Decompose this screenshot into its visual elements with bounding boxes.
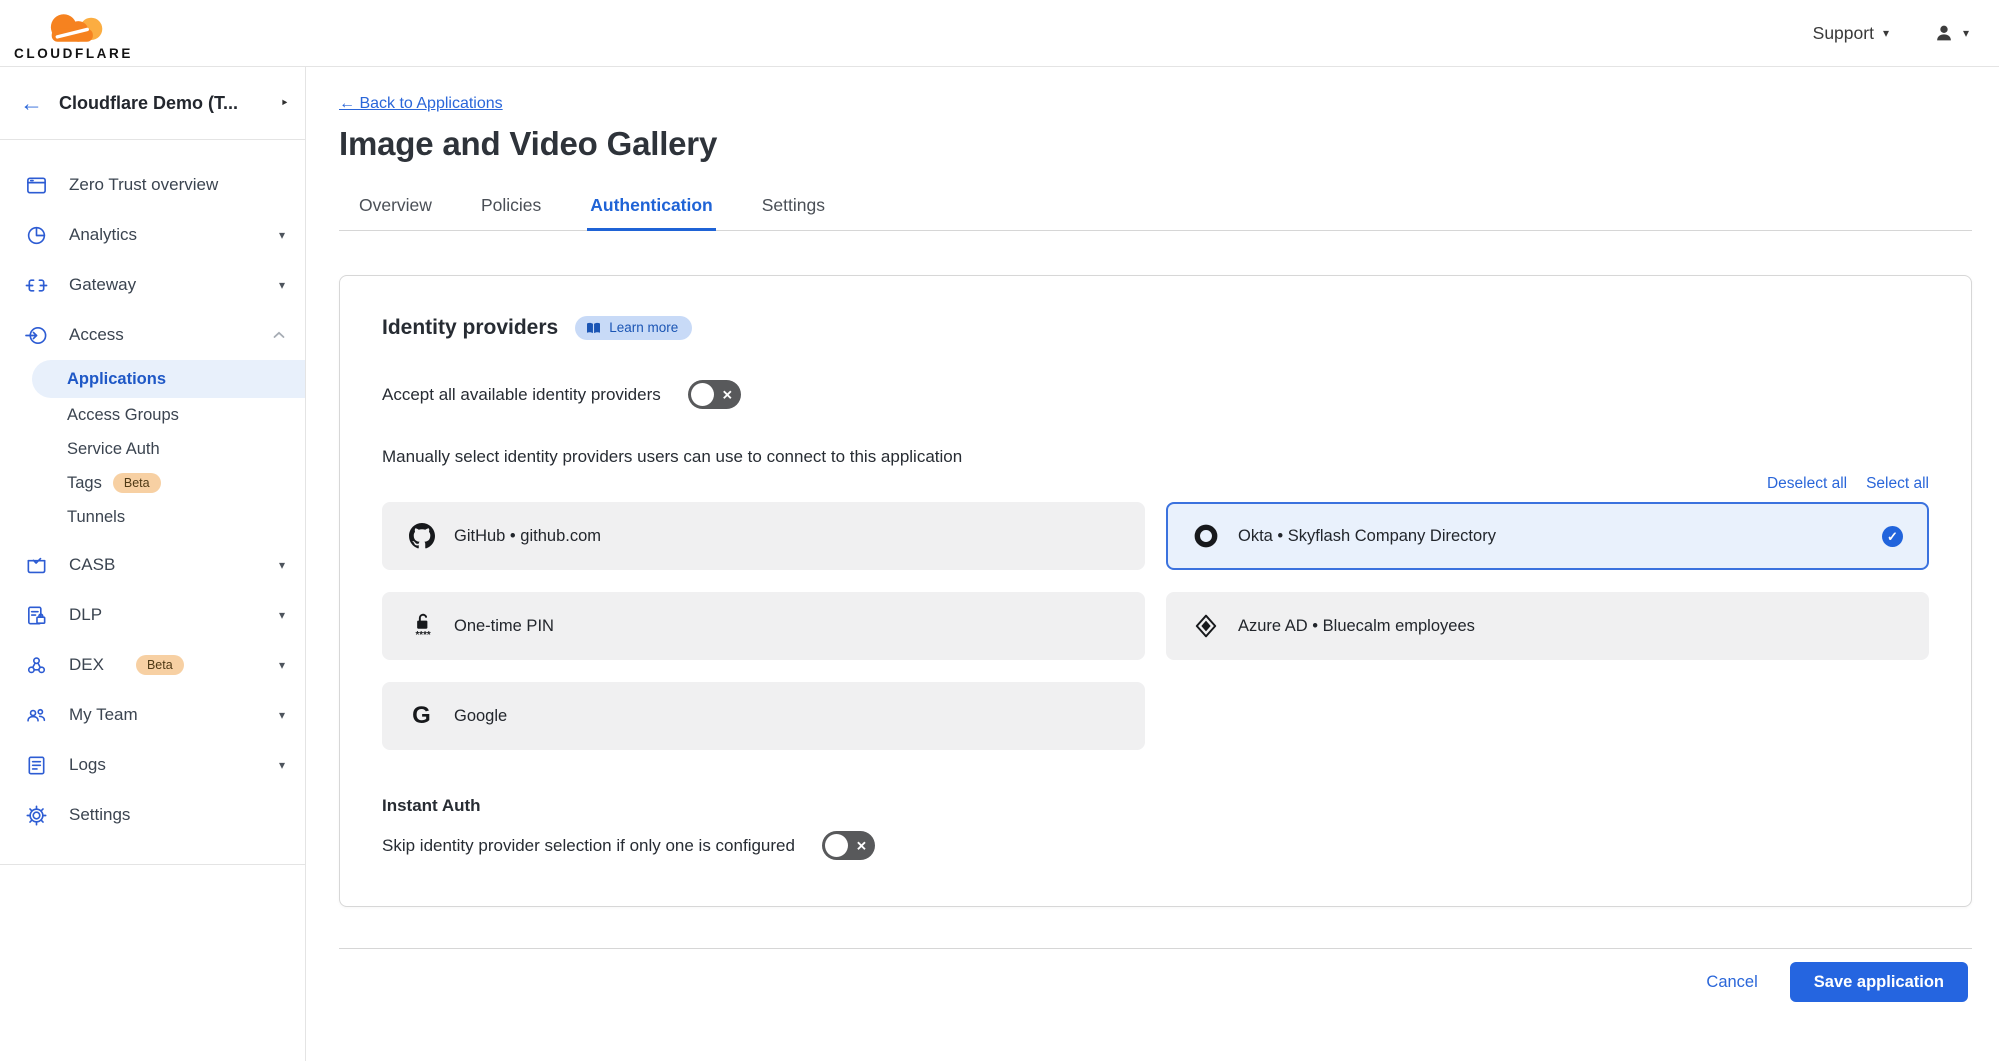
cloudflare-logo: CLOUDFLARE — [14, 6, 133, 61]
sidebar-item-dex[interactable]: DEX Beta ▾ — [0, 640, 305, 690]
provider-label: Azure AD • Bluecalm employees — [1238, 617, 1475, 636]
tab-authentication[interactable]: Authentication — [587, 187, 716, 231]
document-lock-icon — [25, 604, 48, 627]
learn-more-button[interactable]: Learn more — [575, 316, 692, 340]
accept-all-label: Accept all available identity providers — [382, 385, 661, 405]
provider-tile-azure-ad[interactable]: Azure AD • Bluecalm employees — [1166, 592, 1929, 660]
sidebar-account-header: ← Cloudflare Demo (T... ‣ — [0, 67, 305, 140]
brand-wordmark: CLOUDFLARE — [14, 47, 133, 61]
gear-icon — [25, 804, 48, 827]
sidebar-item-gateway[interactable]: Gateway ▾ — [0, 260, 305, 310]
tab-settings[interactable]: Settings — [759, 187, 828, 231]
chevron-down-icon: ▾ — [1963, 26, 1969, 40]
access-subnav: Applications Access Groups Service Auth … — [0, 360, 305, 534]
book-icon — [586, 322, 601, 335]
tab-overview[interactable]: Overview — [356, 187, 435, 231]
chevron-down-icon: ▾ — [279, 228, 285, 242]
browser-window-icon — [25, 174, 48, 197]
chevron-down-icon: ▾ — [279, 658, 285, 672]
sidebar-item-logs[interactable]: Logs ▾ — [0, 740, 305, 790]
sidebar-nav: Zero Trust overview Analytics ▾ Gateway … — [0, 140, 305, 840]
sidebar-item-service-auth[interactable]: Service Auth — [0, 432, 305, 466]
chevron-down-icon: ▾ — [279, 608, 285, 622]
selected-check-icon: ✓ — [1882, 526, 1903, 547]
chevron-down-icon: ▾ — [279, 758, 285, 772]
svg-text:****: **** — [415, 630, 430, 640]
sidebar-item-zero-trust-overview[interactable]: Zero Trust overview — [0, 160, 305, 210]
sidebar-item-applications[interactable]: Applications — [32, 360, 305, 398]
casb-box-check-icon — [25, 554, 48, 577]
top-bar: CLOUDFLARE Support ▾ ▾ — [0, 0, 1999, 67]
support-menu[interactable]: Support ▾ — [1813, 23, 1889, 44]
sidebar-item-casb[interactable]: CASB ▾ — [0, 540, 305, 590]
google-icon: G — [408, 704, 435, 728]
chevron-down-icon: ▾ — [279, 708, 285, 722]
sidebar-item-tags[interactable]: Tags Beta — [0, 466, 305, 500]
tab-bar: Overview Policies Authentication Setting… — [339, 187, 1972, 231]
one-time-pin-lock-icon: **** — [408, 612, 435, 640]
provider-grid: GitHub • github.com Okta • Skyflash Comp… — [382, 502, 1929, 750]
back-to-applications-link[interactable]: ← Back to Applications — [339, 95, 503, 113]
user-icon — [1933, 22, 1955, 44]
beta-badge: Beta — [113, 473, 161, 493]
sidebar: ← Cloudflare Demo (T... ‣ Zero Trust ove… — [0, 67, 306, 1061]
sidebar-item-dlp[interactable]: DLP ▾ — [0, 590, 305, 640]
skip-selection-label: Skip identity provider selection if only… — [382, 836, 795, 856]
cancel-button[interactable]: Cancel — [1706, 973, 1757, 992]
toggle-knob — [825, 834, 848, 857]
instant-auth-toggle[interactable]: ✕ — [822, 831, 875, 860]
deselect-all-link[interactable]: Deselect all — [1767, 475, 1847, 493]
user-menu[interactable]: ▾ — [1933, 22, 1969, 44]
sidebar-item-my-team[interactable]: My Team ▾ — [0, 690, 305, 740]
chevron-down-icon: ▾ — [279, 278, 285, 292]
select-all-link[interactable]: Select all — [1866, 475, 1929, 493]
pie-chart-icon — [25, 224, 48, 247]
instant-auth-heading: Instant Auth — [382, 796, 1929, 816]
toggle-knob — [691, 383, 714, 406]
provider-label: GitHub • github.com — [454, 527, 601, 546]
chevron-up-icon — [273, 331, 285, 339]
provider-label: One-time PIN — [454, 617, 554, 636]
provider-tile-one-time-pin[interactable]: **** One-time PIN — [382, 592, 1145, 660]
gateway-icon — [25, 274, 48, 297]
card-heading: Identity providers — [382, 316, 558, 340]
back-arrow-icon[interactable]: ← — [20, 92, 43, 115]
okta-icon — [1192, 523, 1219, 549]
provider-tile-okta[interactable]: Okta • Skyflash Company Directory ✓ — [1166, 502, 1929, 570]
sidebar-item-settings[interactable]: Settings — [0, 790, 305, 840]
github-icon — [408, 523, 435, 549]
manual-select-text: Manually select identity providers users… — [382, 447, 1929, 467]
provider-label: Okta • Skyflash Company Directory — [1238, 527, 1496, 546]
account-name: Cloudflare Demo (T... — [59, 93, 264, 114]
log-list-icon — [25, 754, 48, 777]
chevron-down-icon: ▾ — [1883, 26, 1889, 40]
identity-providers-card: Identity providers Learn more Accept all… — [339, 275, 1972, 907]
beta-badge: Beta — [136, 655, 184, 675]
access-login-icon — [25, 324, 48, 347]
save-application-button[interactable]: Save application — [1790, 962, 1968, 1002]
sidebar-item-tunnels[interactable]: Tunnels — [0, 500, 305, 534]
people-group-icon — [25, 704, 48, 727]
tab-policies[interactable]: Policies — [478, 187, 544, 231]
account-expand-icon[interactable]: ‣ — [280, 94, 289, 112]
page-title: Image and Video Gallery — [339, 125, 1972, 163]
network-cluster-icon — [25, 654, 48, 677]
sidebar-divider — [0, 864, 305, 865]
provider-tile-google[interactable]: G Google — [382, 682, 1145, 750]
toggle-off-icon: ✕ — [722, 388, 733, 401]
sidebar-item-analytics[interactable]: Analytics ▾ — [0, 210, 305, 260]
provider-tile-github[interactable]: GitHub • github.com — [382, 502, 1145, 570]
sidebar-item-access[interactable]: Access — [0, 310, 305, 360]
sidebar-item-access-groups[interactable]: Access Groups — [0, 398, 305, 432]
chevron-down-icon: ▾ — [279, 558, 285, 572]
footer-actions: Cancel Save application — [339, 949, 1972, 1002]
main-content: ← Back to Applications Image and Video G… — [306, 67, 1999, 1061]
azure-ad-icon — [1192, 613, 1219, 639]
cloudflare-cloud-icon — [31, 10, 117, 46]
support-label: Support — [1813, 23, 1874, 44]
toggle-off-icon: ✕ — [856, 839, 867, 852]
provider-label: Google — [454, 707, 507, 726]
accept-all-toggle[interactable]: ✕ — [688, 380, 741, 409]
